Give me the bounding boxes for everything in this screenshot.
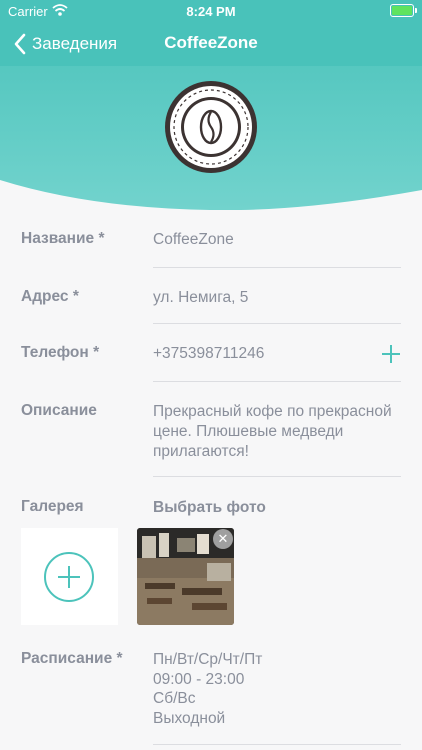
battery-icon: [390, 4, 417, 17]
schedule-line: 09:00 - 23:00: [153, 670, 245, 688]
gallery-label: Галерея: [21, 498, 84, 515]
schedule-line: Пн/Вт/Ср/Чт/Пт: [153, 651, 263, 668]
address-value[interactable]: ул. Немига, 5: [153, 288, 248, 308]
divider: [153, 267, 401, 268]
schedule-value[interactable]: Пн/Вт/Ср/Чт/Пт 09:00 - 23:00 Сб/Вс Выход…: [153, 650, 262, 728]
coffee-bean-icon[interactable]: [164, 80, 258, 174]
divider: [153, 476, 401, 477]
close-icon: ✕: [217, 531, 229, 546]
schedule-line: Выходной: [153, 709, 226, 727]
divider: [153, 323, 401, 324]
status-time: 8:24 PM: [186, 4, 236, 19]
description-value[interactable]: Прекрасный кофе по прекрасной цене. Плюш…: [153, 402, 393, 462]
schedule-label: Расписание *: [21, 650, 123, 667]
choose-photo-button[interactable]: Выбрать фото: [153, 498, 266, 518]
divider: [153, 381, 401, 382]
add-phone-icon[interactable]: [381, 344, 401, 364]
plus-icon: [44, 552, 94, 602]
page-title: CoffeeZone: [164, 33, 258, 52]
phone-value[interactable]: +375398711246: [153, 344, 264, 364]
schedule-line: Сб/Вс: [153, 690, 196, 707]
divider: [153, 744, 401, 745]
remove-photo-button[interactable]: ✕: [213, 529, 233, 549]
name-label: Название *: [21, 230, 105, 247]
add-photo-button[interactable]: [21, 528, 118, 625]
header: Заведения CoffeeZone: [0, 0, 422, 210]
phone-label: Телефон *: [21, 344, 100, 361]
description-label: Описание: [21, 402, 97, 419]
address-label: Адрес *: [21, 288, 79, 305]
name-value[interactable]: CoffeeZone: [153, 230, 234, 250]
status-bar: Carrier 8:24 PM: [0, 0, 422, 22]
